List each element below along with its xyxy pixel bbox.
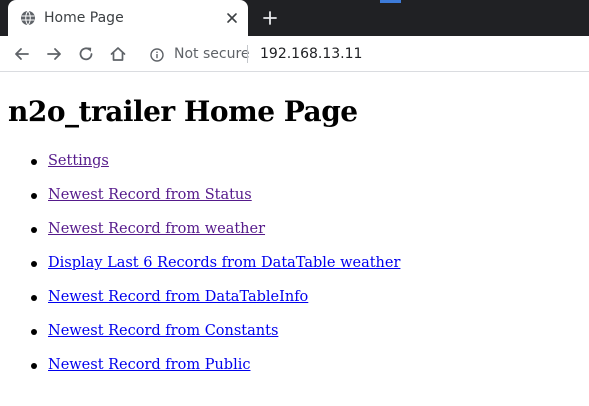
datatableinfo-record-link[interactable]: Newest Record from DataTableInfo (48, 289, 308, 305)
list-item: Display Last 6 Records from DataTable we… (30, 253, 400, 287)
list-item: Newest Record from Constants (30, 321, 400, 355)
address-bar[interactable]: Not secure 192.168.13.11 (140, 40, 589, 68)
settings-link[interactable]: Settings (48, 153, 109, 169)
link-list: Settings Newest Record from Status Newes… (30, 151, 400, 389)
tab-strip-indicator (380, 0, 401, 3)
home-icon[interactable] (106, 42, 130, 66)
plus-icon[interactable] (259, 7, 281, 29)
browser-toolbar: Not secure 192.168.13.11 (0, 36, 589, 72)
list-item: Newest Record from weather (30, 219, 400, 253)
back-arrow-icon[interactable] (10, 42, 34, 66)
constants-record-link[interactable]: Newest Record from Constants (48, 323, 278, 339)
weather-last-6-link[interactable]: Display Last 6 Records from DataTable we… (48, 255, 400, 271)
status-record-link[interactable]: Newest Record from Status (48, 187, 252, 203)
page-title: n2o_trailer Home Page (8, 95, 358, 128)
url-text[interactable]: 192.168.13.11 (260, 45, 362, 63)
list-item: Settings (30, 151, 400, 185)
tab-strip: Home Page (0, 0, 589, 36)
security-label[interactable]: Not secure (174, 45, 250, 63)
url-divider (247, 45, 248, 63)
info-icon[interactable] (150, 47, 164, 62)
public-record-link[interactable]: Newest Record from Public (48, 357, 250, 373)
list-item: Newest Record from Status (30, 185, 400, 219)
list-item: Newest Record from DataTableInfo (30, 287, 400, 321)
weather-record-link[interactable]: Newest Record from weather (48, 221, 265, 237)
close-icon[interactable] (223, 9, 241, 27)
forward-arrow-icon[interactable] (42, 42, 66, 66)
tab-home-page[interactable]: Home Page (8, 0, 248, 36)
page-content: n2o_trailer Home Page Settings Newest Re… (0, 73, 589, 406)
reload-icon[interactable] (74, 42, 98, 66)
globe-icon (20, 10, 36, 26)
list-item: Newest Record from Public (30, 355, 400, 389)
tab-title: Home Page (44, 10, 124, 26)
